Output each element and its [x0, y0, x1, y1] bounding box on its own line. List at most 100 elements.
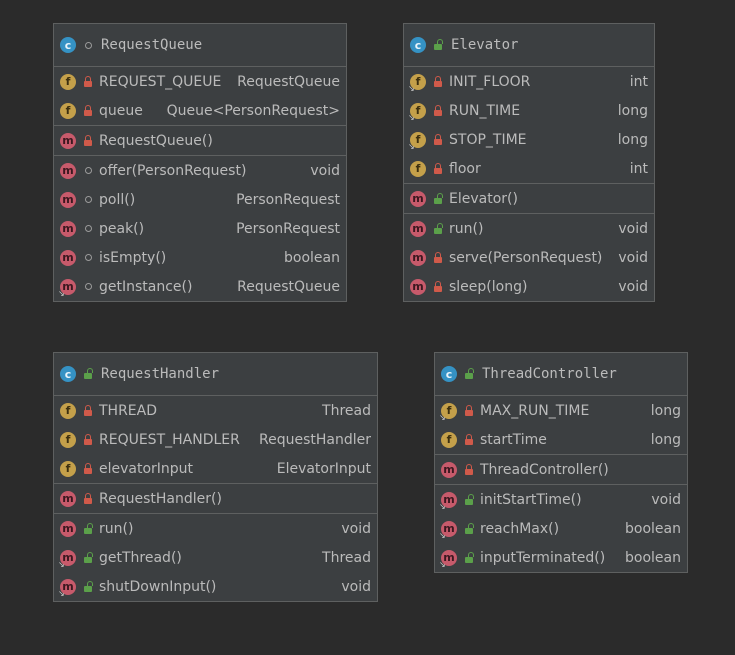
member-type: void	[618, 249, 648, 266]
package-icon	[81, 167, 95, 174]
method-icon: m ↘	[58, 278, 76, 298]
method-row[interactable]: m ↘ initStartTime() void	[435, 485, 687, 514]
member-name: peak()	[99, 220, 145, 237]
method-letter: m	[62, 164, 74, 177]
constructor-row[interactable]: m Elevator()	[404, 184, 654, 213]
class-header[interactable]: c RequestQueue	[54, 24, 346, 67]
member-name: offer(PersonRequest)	[99, 162, 247, 179]
method-row[interactable]: m ↘ getInstance() RequestQueue	[54, 272, 346, 301]
class-box-elevator[interactable]: c Elevator f ↘ INIT_FLOOR int f ↘ RUN_TIME long f ↘…	[403, 23, 655, 302]
method-row[interactable]: m offer(PersonRequest) void	[54, 156, 346, 185]
field-letter: f	[415, 162, 421, 175]
class-icon: c	[60, 37, 76, 53]
field-icon: f	[60, 402, 76, 419]
constructor-row[interactable]: m RequestHandler()	[54, 484, 377, 513]
field-row[interactable]: f ↘ INIT_FLOOR int	[404, 67, 654, 96]
field-row[interactable]: f queue Queue<PersonRequest>	[54, 96, 346, 125]
member-name: INIT_FLOOR	[449, 73, 531, 90]
unlock-icon	[81, 368, 95, 379]
method-row[interactable]: m ↘ reachMax() boolean	[435, 514, 687, 543]
class-name: ThreadController	[482, 366, 617, 382]
method-letter: m	[443, 463, 455, 476]
constructor-row[interactable]: m ThreadController()	[435, 455, 687, 484]
member-name: ThreadController()	[480, 461, 609, 478]
member-name: elevatorInput	[99, 460, 194, 477]
field-letter: f	[446, 433, 452, 446]
method-letter: m	[62, 522, 74, 535]
lock-icon	[81, 404, 95, 416]
class-box-threadcontroller[interactable]: c ThreadController f ↘ MAX_RUN_TIME long f star…	[434, 352, 688, 573]
constructors-section: m RequestHandler()	[54, 484, 377, 514]
method-letter: m	[412, 280, 424, 293]
field-row[interactable]: f elevatorInput ElevatorInput	[54, 454, 377, 483]
method-row[interactable]: m run() void	[54, 514, 377, 543]
static-pin-icon: ↘	[439, 501, 446, 511]
lock-icon	[81, 433, 95, 445]
member-name: getThread()	[99, 549, 182, 566]
method-letter: m	[412, 251, 424, 264]
method-icon: m	[410, 249, 426, 266]
field-letter: f	[65, 75, 71, 88]
method-row[interactable]: m peak() PersonRequest	[54, 214, 346, 243]
member-type: void	[618, 278, 648, 295]
method-row[interactable]: m ↘ shutDownInput() void	[54, 572, 377, 601]
class-header[interactable]: c ThreadController	[435, 353, 687, 396]
member-name: STOP_TIME	[449, 131, 527, 148]
class-letter: c	[64, 38, 72, 52]
unlock-icon	[462, 368, 476, 379]
field-row[interactable]: f ↘ STOP_TIME long	[404, 125, 654, 154]
member-type: int	[629, 73, 648, 90]
method-row[interactable]: m poll() PersonRequest	[54, 185, 346, 214]
method-row[interactable]: m run() void	[404, 214, 654, 243]
member-name: poll()	[99, 191, 136, 208]
member-name: shutDownInput()	[99, 578, 217, 595]
static-pin-icon: ↘	[439, 559, 446, 569]
constructor-row[interactable]: m RequestQueue()	[54, 126, 346, 155]
unlock-icon	[462, 551, 476, 563]
field-letter: f	[415, 104, 421, 117]
fields-section: f THREAD Thread f REQUEST_HANDLER RequestHand…	[54, 396, 377, 484]
field-row[interactable]: f ↘ RUN_TIME long	[404, 96, 654, 125]
method-row[interactable]: m isEmpty() boolean	[54, 243, 346, 272]
method-icon: m	[410, 278, 426, 295]
member-name: run()	[449, 220, 484, 237]
member-type: long	[650, 402, 681, 419]
method-row[interactable]: m sleep(long) void	[404, 272, 654, 301]
field-letter: f	[65, 104, 71, 117]
field-row[interactable]: f THREAD Thread	[54, 396, 377, 425]
lock-icon	[462, 404, 476, 416]
static-pin-icon: ↘	[58, 559, 65, 569]
package-icon	[81, 196, 95, 203]
field-row[interactable]: f REQUEST_QUEUE RequestQueue	[54, 67, 346, 96]
class-header[interactable]: c RequestHandler	[54, 353, 377, 396]
static-pin-icon: ↘	[58, 288, 65, 298]
lock-icon	[431, 75, 445, 87]
class-box-requesthandler[interactable]: c RequestHandler f THREAD Thread f REQUEST_HAN…	[53, 352, 378, 602]
field-row[interactable]: f ↘ MAX_RUN_TIME long	[435, 396, 687, 425]
member-type: PersonRequest	[236, 191, 340, 208]
member-name: run()	[99, 520, 134, 537]
unlock-icon	[431, 192, 445, 204]
package-icon	[81, 225, 95, 232]
class-box-requestqueue[interactable]: c RequestQueue f REQUEST_QUEUE RequestQueue f…	[53, 23, 347, 302]
member-type: void	[651, 491, 681, 508]
static-pin-icon: ↘	[58, 588, 65, 598]
field-row[interactable]: f REQUEST_HANDLER RequestHandler	[54, 425, 377, 454]
method-row[interactable]: m ↘ getThread() Thread	[54, 543, 377, 572]
member-type: Queue<PersonRequest>	[166, 102, 340, 119]
lock-icon	[431, 280, 445, 292]
field-row[interactable]: f startTime long	[435, 425, 687, 454]
field-icon: f ↘	[408, 131, 426, 151]
static-pin-icon: ↘	[439, 530, 446, 540]
fields-section: f ↘ INIT_FLOOR int f ↘ RUN_TIME long f ↘ STOP_TIME…	[404, 67, 654, 184]
method-row[interactable]: m ↘ inputTerminated() boolean	[435, 543, 687, 572]
class-header[interactable]: c Elevator	[404, 24, 654, 67]
method-icon: m	[410, 220, 426, 237]
package-icon	[81, 254, 95, 261]
field-row[interactable]: f floor int	[404, 154, 654, 183]
class-letter: c	[445, 367, 453, 381]
method-row[interactable]: m serve(PersonRequest) void	[404, 243, 654, 272]
field-letter: f	[65, 433, 71, 446]
fields-section: f ↘ MAX_RUN_TIME long f startTime long	[435, 396, 687, 455]
lock-icon	[431, 104, 445, 116]
